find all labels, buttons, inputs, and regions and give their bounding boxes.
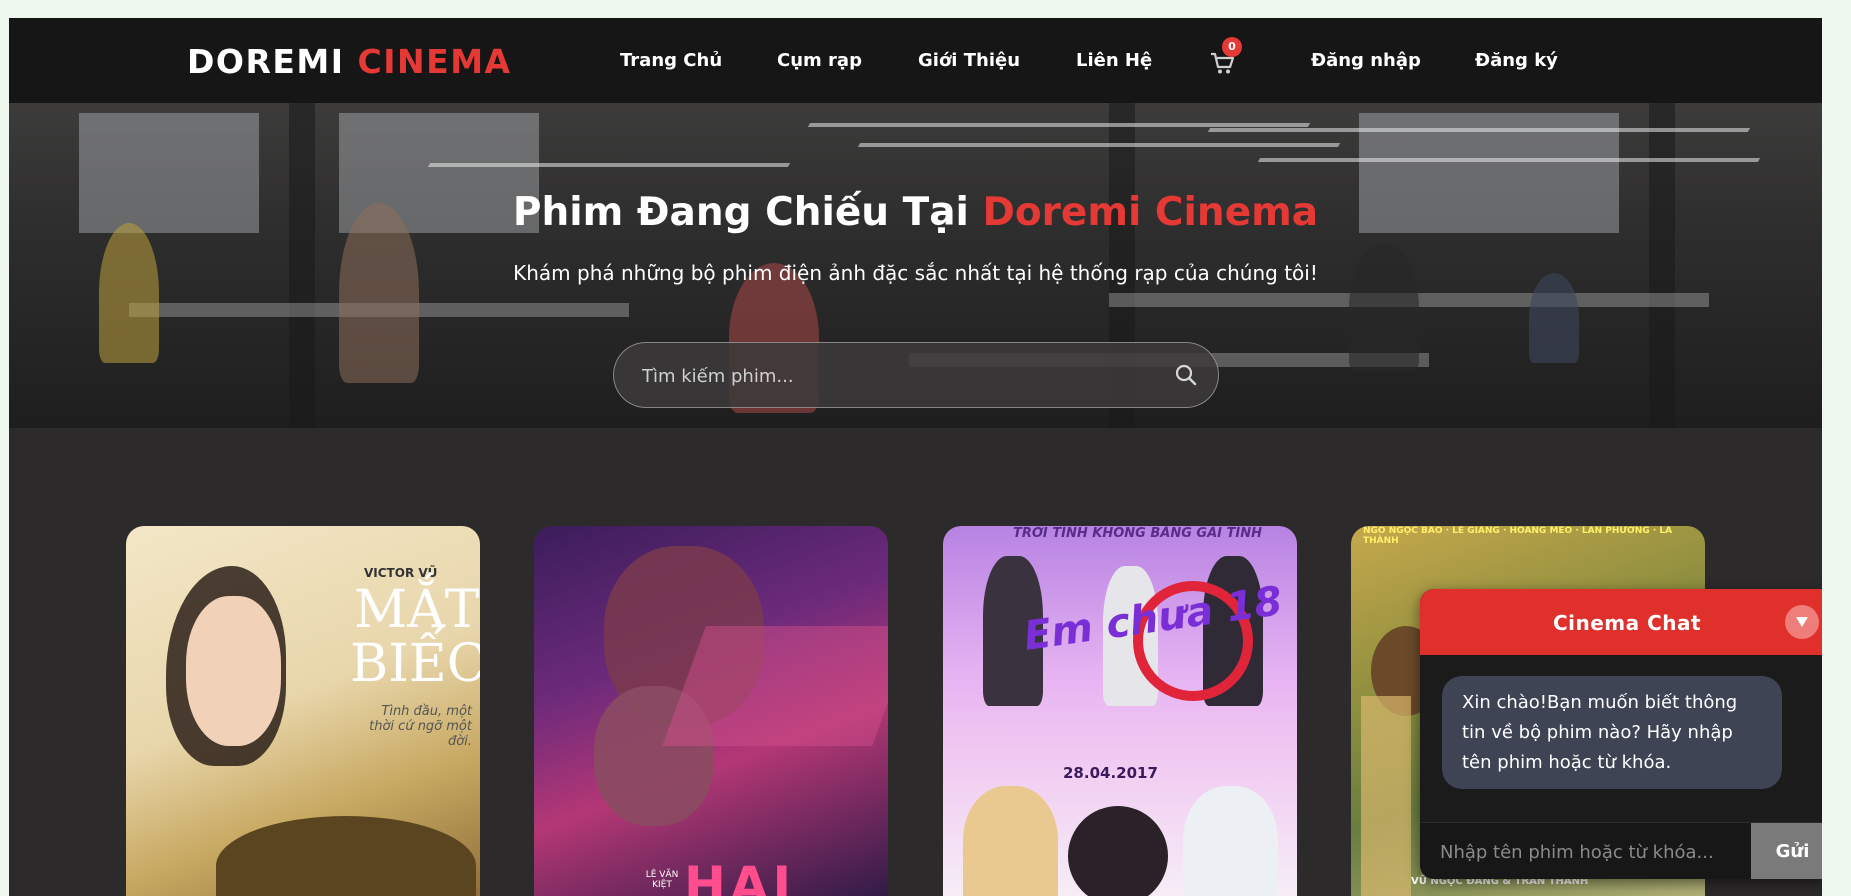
chat-bot-message: Xin chào!Bạn muốn biết thông tin về bộ p… — [1442, 676, 1782, 789]
chat-send-button[interactable]: Gửi — [1751, 823, 1822, 879]
poster-credit: LÊ VĂN KIỆT — [645, 870, 679, 890]
cart-count-badge: 0 — [1222, 37, 1242, 57]
movie-card-em-chua-18[interactable]: TRỜI TÍNH KHÔNG BẰNG GÁI TÍNH Em chưa 18… — [943, 526, 1297, 896]
brand-part2: CINEMA — [357, 42, 512, 81]
nav-contact[interactable]: Liên Hệ — [1076, 50, 1152, 71]
nav-cinemas[interactable]: Cụm rạp — [777, 50, 862, 71]
search-icon[interactable] — [1174, 363, 1198, 387]
poster-title: HAI — [684, 856, 796, 896]
poster-credit: VICTOR VŨ — [364, 566, 438, 580]
brand-part1: DOREMI — [187, 42, 345, 81]
hero-banner: Phim Đang Chiếu Tại Doremi Cinema Khám p… — [9, 103, 1822, 428]
hero-title: Phim Đang Chiếu Tại Doremi Cinema — [9, 190, 1822, 235]
page-frame: DOREMI CINEMA Trang Chủ Cụm rạp Giới Thi… — [9, 18, 1822, 896]
cinema-chat-widget: Cinema Chat Xin chào!Bạn muốn biết thông… — [1420, 589, 1822, 879]
movie-poster: TRỜI TÍNH KHÔNG BẰNG GÁI TÍNH Em chưa 18… — [943, 526, 1297, 896]
chat-input-bar: Gửi — [1420, 822, 1822, 879]
chevron-down-icon — [1796, 617, 1808, 627]
chat-header: Cinema Chat — [1420, 589, 1822, 655]
chat-title: Cinema Chat — [1552, 611, 1702, 635]
poster-title-line2: BIẾC — [350, 634, 480, 694]
navbar: DOREMI CINEMA Trang Chủ Cụm rạp Giới Thi… — [9, 18, 1822, 103]
movie-card-mat-biec[interactable]: VICTOR VŨ MẮT BIẾC Tình đầu, một thời cứ… — [126, 526, 480, 896]
hero-subtitle: Khám phá những bộ phim điện ảnh đặc sắc … — [513, 261, 1318, 285]
hero-title-prefix: Phim Đang Chiếu Tại — [512, 190, 969, 235]
login-link[interactable]: Đăng nhập — [1311, 50, 1421, 71]
poster-actors: NGÔ NGỌC BẢO · LÊ GIANG · HOÀNG MEO · LA… — [1363, 526, 1673, 546]
poster-tagline: Tình đầu, một thời cứ ngỡ một đời. — [369, 704, 472, 749]
nav-about[interactable]: Giới Thiệu — [918, 50, 1020, 71]
movie-poster: VICTOR VŨ MẮT BIẾC Tình đầu, một thời cứ… — [126, 526, 480, 896]
movie-search-input[interactable] — [642, 363, 1142, 389]
hero-title-highlight: Doremi Cinema — [982, 190, 1319, 235]
chat-input[interactable] — [1440, 838, 1740, 866]
poster-date: 28.04.2017 — [1063, 764, 1158, 782]
chat-collapse-button[interactable] — [1785, 605, 1819, 639]
page-margin — [1822, 0, 1851, 896]
brand-logo[interactable]: DOREMI CINEMA — [187, 42, 512, 81]
movie-poster: HAI LÊ VĂN KIỆT — [534, 526, 888, 896]
nav-home[interactable]: Trang Chủ — [620, 50, 722, 71]
register-link[interactable]: Đăng ký — [1475, 50, 1558, 71]
movie-search-box — [613, 342, 1219, 408]
poster-title-line1: MẮT — [354, 580, 480, 640]
movie-card-hai-phuong[interactable]: HAI LÊ VĂN KIỆT — [534, 526, 888, 896]
poster-top-text: TRỜI TÍNH KHÔNG BẰNG GÁI TÍNH — [1013, 526, 1262, 541]
